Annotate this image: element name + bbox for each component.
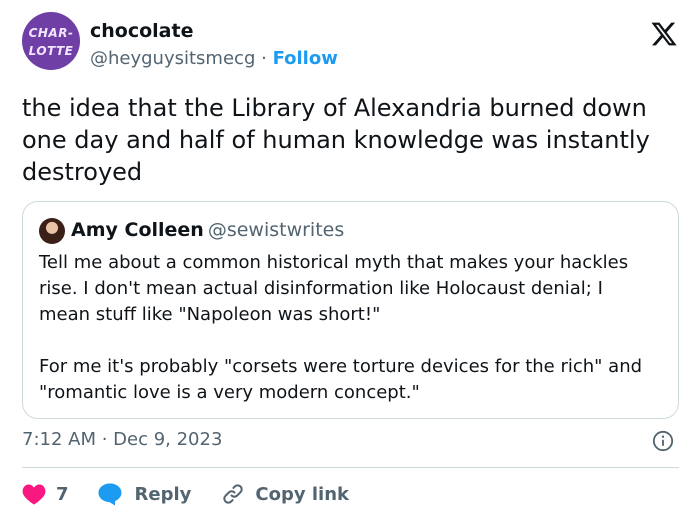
copy-link-button[interactable]: Copy link [221, 482, 349, 506]
follow-button[interactable]: Follow [273, 48, 338, 69]
link-icon [223, 484, 244, 504]
divider [22, 467, 679, 468]
like-count: 7 [56, 483, 69, 505]
quoted-author-avatar [39, 218, 65, 244]
tweet-timestamp[interactable]: 7:12 AM · Dec 9, 2023 [22, 429, 222, 450]
author-avatar[interactable]: CHAR- LOTTE [22, 12, 80, 70]
quoted-tweet-text: Tell me about a common historical myth t… [39, 250, 659, 406]
author-handle-row: @heyguysitsmecg · Follow [90, 48, 338, 69]
like-button[interactable]: 7 [22, 483, 69, 505]
reply-button[interactable]: Reply [97, 482, 192, 506]
tweet-text: the idea that the Library of Alexandria … [22, 94, 650, 186]
action-bar: 7 Reply Copy link [22, 480, 349, 508]
quoted-paragraph: Tell me about a common historical myth t… [39, 252, 629, 325]
copy-link-label: Copy link [255, 483, 349, 505]
quoted-paragraph: For me it's probably "corsets were tortu… [39, 356, 643, 403]
info-icon[interactable] [652, 430, 674, 452]
avatar-text-line-2: LOTTE [28, 44, 74, 58]
separator: · [261, 48, 267, 69]
author-handle[interactable]: @heyguysitsmecg [90, 48, 255, 69]
quoted-author-name: Amy Colleen [71, 219, 204, 241]
avatar-text-line-1: CHAR- [28, 26, 74, 40]
x-logo-icon[interactable] [650, 20, 678, 48]
heart-icon [22, 484, 46, 505]
quoted-author-line: Amy Colleen @sewistwrites [71, 219, 344, 241]
quoted-tweet[interactable]: Amy Colleen @sewistwrites Tell me about a… [22, 201, 679, 419]
author-name[interactable]: chocolate [90, 20, 193, 42]
speech-bubble-icon [98, 483, 122, 506]
reply-label: Reply [134, 483, 192, 505]
quoted-author-handle: @sewistwrites [207, 219, 345, 241]
